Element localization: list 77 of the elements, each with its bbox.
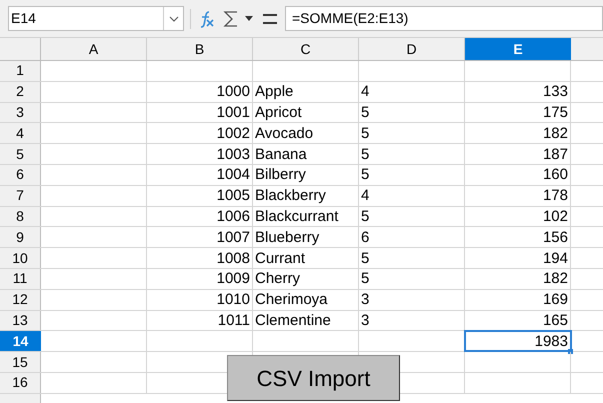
name-box[interactable]: E14 <box>8 6 184 31</box>
table-cell: Apple <box>253 82 359 102</box>
table-cell: 5 <box>359 164 465 185</box>
table-cell: 1004 <box>147 164 253 185</box>
caret-icon[interactable] <box>245 16 253 21</box>
equals-icon[interactable] <box>263 14 277 24</box>
table-cell: 178 <box>465 186 571 206</box>
table-cell: 1010 <box>147 290 253 310</box>
row-header[interactable]: 4 <box>0 123 41 144</box>
table-cell: Currant <box>253 248 359 268</box>
column-header[interactable]: B <box>147 38 253 60</box>
table-cell: 175 <box>465 102 571 122</box>
table-cell: Blackcurrant <box>253 206 359 226</box>
row-header[interactable]: 11 <box>0 268 41 289</box>
row-header[interactable]: 12 <box>0 290 41 310</box>
table-cell: 160 <box>465 164 571 185</box>
table-cell: 3 <box>359 290 465 310</box>
table-cell: 1003 <box>147 144 253 164</box>
table-cell: 5 <box>359 144 465 164</box>
row-header[interactable]: 13 <box>0 310 41 330</box>
fill-handle[interactable] <box>568 349 573 354</box>
table-cell: Blueberry <box>253 227 359 248</box>
table-cell: Clementine <box>253 310 359 330</box>
row-header[interactable]: 9 <box>0 227 41 248</box>
row-header[interactable]: 15 <box>0 352 41 372</box>
column-header[interactable]: C <box>253 38 359 60</box>
table-cell: 1011 <box>147 310 253 330</box>
table-cell: Cherimoya <box>253 290 359 310</box>
table-cell: 1002 <box>147 123 253 144</box>
table-cell: 6 <box>359 227 465 248</box>
table-cell: 5 <box>359 268 465 289</box>
table-cell: 1005 <box>147 186 253 206</box>
table-cell: 102 <box>465 206 571 226</box>
table-cell: Avocado <box>253 123 359 144</box>
table-cell: 187 <box>465 144 571 164</box>
row-header[interactable]: 6 <box>0 164 41 185</box>
table-cell: 1008 <box>147 248 253 268</box>
table-cell: 1009 <box>147 268 253 289</box>
table-cell: 1000 <box>147 82 253 102</box>
row-header[interactable]: 1 <box>0 61 41 81</box>
sum-icon[interactable] <box>223 10 239 28</box>
column-header[interactable]: E <box>465 38 571 60</box>
table-cell: 3 <box>359 310 465 330</box>
row-header[interactable]: 16 <box>0 372 41 393</box>
table-cell: 133 <box>465 82 571 102</box>
table-cell: Bilberry <box>253 164 359 185</box>
table-cell: Cherry <box>253 268 359 289</box>
table-cell: 1006 <box>147 206 253 226</box>
row-header[interactable]: 10 <box>0 248 41 268</box>
table-cell: 5 <box>359 102 465 122</box>
chevron-down-icon <box>168 16 178 22</box>
row-header[interactable]: 14 <box>0 331 41 352</box>
row-header[interactable]: 7 <box>0 186 41 206</box>
table-cell: 5 <box>359 206 465 226</box>
row-header[interactable]: 2 <box>0 82 41 102</box>
csv-import-button[interactable]: CSV Import <box>227 355 400 401</box>
row-header[interactable]: 8 <box>0 206 41 226</box>
table-cell: 156 <box>465 227 571 248</box>
table-cell: 169 <box>465 290 571 310</box>
row-header[interactable]: 5 <box>0 144 41 164</box>
table-cell: 4 <box>359 82 465 102</box>
table-cell: 194 <box>465 248 571 268</box>
table-cell: Apricot <box>253 102 359 122</box>
table-cell: 165 <box>465 310 571 330</box>
table-cell: 1001 <box>147 102 253 122</box>
table-cell: Blackberry <box>253 186 359 206</box>
table-cell: 1983 <box>465 331 571 352</box>
column-header[interactable]: A <box>41 38 147 60</box>
table-cell: 5 <box>359 123 465 144</box>
table-cell: 5 <box>359 248 465 268</box>
row-header[interactable]: 3 <box>0 102 41 122</box>
table-cell: Banana <box>253 144 359 164</box>
table-cell: 182 <box>465 123 571 144</box>
table-cell: 182 <box>465 268 571 289</box>
table-cell: 1007 <box>147 227 253 248</box>
table-cell: 4 <box>359 186 465 206</box>
formula-input[interactable]: =SOMME(E2:E13) <box>285 6 603 31</box>
